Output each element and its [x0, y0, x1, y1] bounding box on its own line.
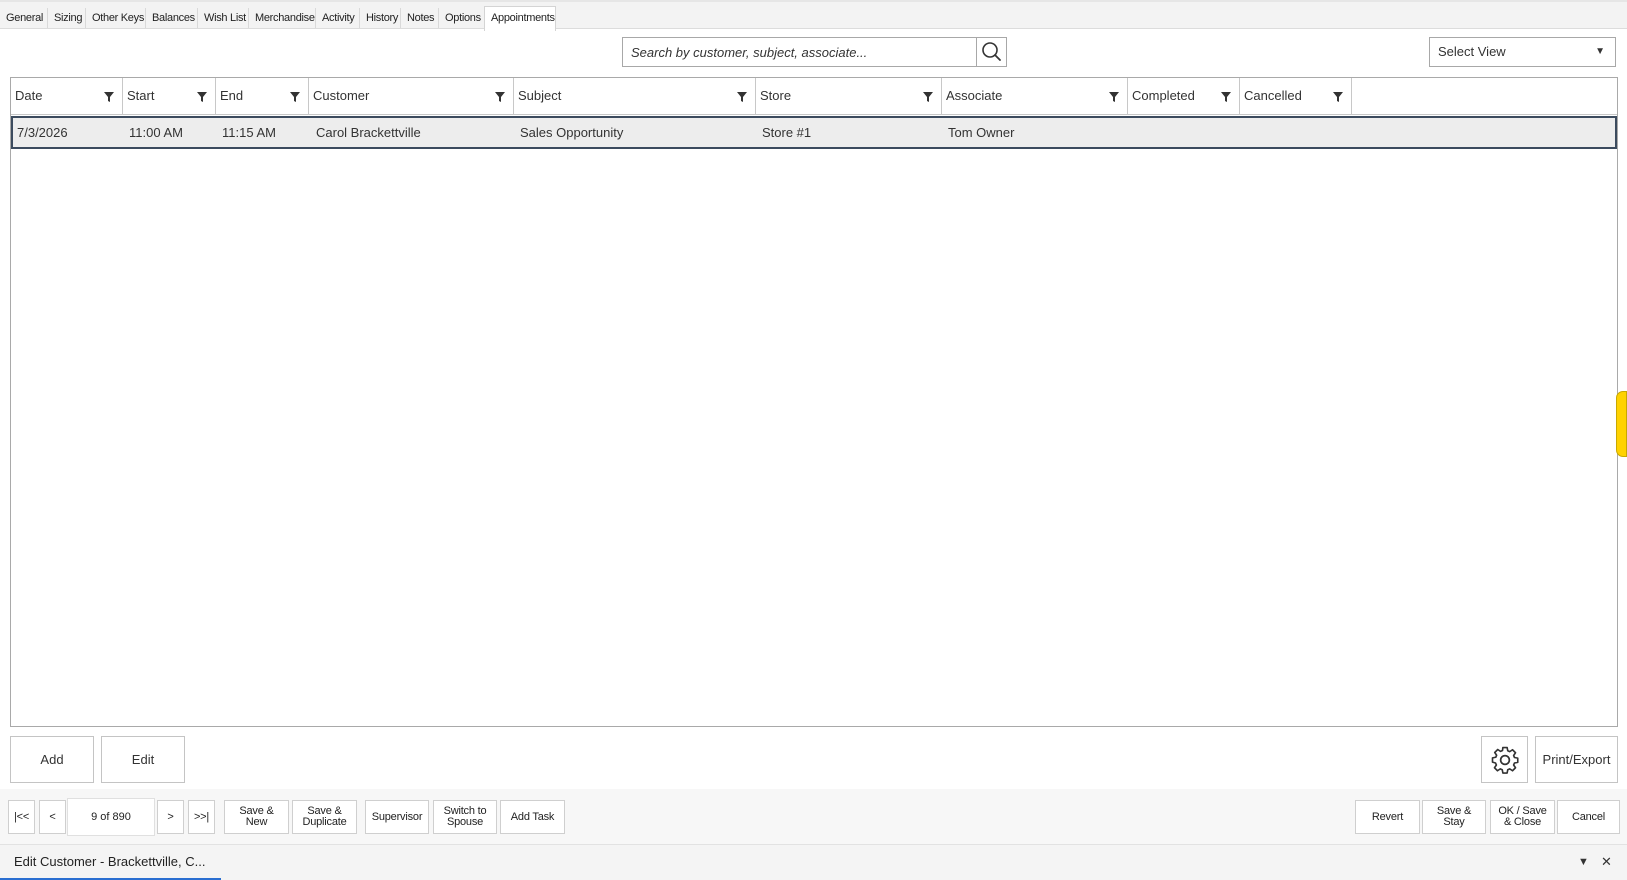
column-header-start[interactable]: Start [123, 78, 216, 115]
column-header-label: Cancelled [1244, 88, 1302, 103]
column-header-label: Subject [518, 88, 562, 103]
cell-end: 11:15 AM [222, 125, 276, 140]
table-row[interactable]: 7/3/2026 11:00 AM 11:15 AM Carol Bracket… [11, 116, 1617, 149]
column-header-customer[interactable]: Customer [309, 78, 514, 115]
filter-icon[interactable] [737, 92, 747, 102]
record-counter: 9 of 890 [67, 798, 155, 836]
search-box [622, 37, 977, 67]
filter-icon[interactable] [290, 92, 300, 102]
column-header-subject[interactable]: Subject [514, 78, 756, 115]
first-record-button[interactable]: |<< [8, 800, 35, 834]
select-view-dropdown[interactable]: Select View ▼ [1429, 37, 1616, 67]
tab-bar: General Sizing Other Keys Balances Wish … [0, 0, 1627, 31]
help-tab[interactable] [1616, 391, 1627, 457]
filter-icon[interactable] [104, 92, 114, 102]
grid-header: Date Start End Customer Subject Store As… [11, 78, 1617, 115]
edit-button[interactable]: Edit [101, 736, 185, 783]
column-header-label: Start [127, 88, 155, 103]
cancel-button[interactable]: Cancel [1557, 800, 1620, 834]
chevron-down-icon: ▼ [1595, 46, 1605, 57]
settings-button[interactable] [1481, 736, 1528, 783]
filter-icon[interactable] [1109, 92, 1119, 102]
filter-icon[interactable] [197, 92, 207, 102]
column-header-end[interactable]: End [216, 78, 309, 115]
tab-balances[interactable]: Balances [145, 8, 195, 28]
window-status-bar: Edit Customer - Brackettville, C... ▼ ✕ [0, 844, 1627, 880]
column-header-cancelled[interactable]: Cancelled [1240, 78, 1352, 115]
filter-icon[interactable] [923, 92, 933, 102]
gear-icon [1491, 746, 1519, 774]
cell-subject: Sales Opportunity [520, 125, 624, 140]
tab-options[interactable]: Options [438, 8, 481, 28]
previous-record-button[interactable]: < [39, 800, 66, 834]
column-header-label: End [220, 88, 244, 103]
search-button[interactable] [976, 37, 1007, 67]
next-record-button[interactable]: > [157, 800, 184, 834]
supervisor-button[interactable]: Supervisor [365, 800, 429, 834]
save-duplicate-button[interactable]: Save & Duplicate [292, 800, 357, 834]
column-header-label: Store [760, 88, 792, 103]
tab-wish-list[interactable]: Wish List [197, 8, 246, 28]
ok-save-close-button[interactable]: OK / Save & Close [1490, 800, 1555, 834]
cell-customer: Carol Brackettville [316, 125, 421, 140]
window-title: Edit Customer - Brackettville, C... [14, 854, 206, 869]
filter-icon[interactable] [1333, 92, 1343, 102]
search-input[interactable] [623, 38, 976, 66]
add-task-button[interactable]: Add Task [500, 800, 565, 834]
tab-history[interactable]: History [359, 8, 398, 28]
tab-notes[interactable]: Notes [400, 8, 435, 28]
column-header-store[interactable]: Store [756, 78, 942, 115]
filter-icon[interactable] [1221, 92, 1231, 102]
cell-associate: Tom Owner [948, 125, 1015, 140]
cell-start: 11:00 AM [129, 125, 183, 140]
appointments-grid: Date Start End Customer Subject Store As… [10, 77, 1618, 727]
tab-activity[interactable]: Activity [315, 8, 355, 28]
print-export-button[interactable]: Print/Export [1535, 736, 1618, 783]
tab-sizing[interactable]: Sizing [47, 8, 82, 28]
close-icon[interactable]: ✕ [1601, 854, 1612, 870]
select-view-label: Select View [1438, 44, 1506, 59]
tab-merchandise[interactable]: Merchandise [248, 8, 315, 28]
revert-button[interactable]: Revert [1355, 800, 1420, 834]
add-button[interactable]: Add [10, 736, 94, 783]
column-header-label: Completed [1132, 88, 1195, 103]
tab-general[interactable]: General [0, 8, 43, 28]
record-toolbar: |<< < 9 of 890 > >>| Save & New Save & D… [0, 789, 1627, 844]
save-new-button[interactable]: Save & New [224, 800, 289, 834]
switch-to-spouse-button[interactable]: Switch to Spouse [433, 800, 497, 834]
cell-date: 7/3/2026 [17, 125, 68, 140]
filter-icon[interactable] [495, 92, 505, 102]
tab-appointments[interactable]: Appointments [484, 6, 556, 31]
tab-other-keys[interactable]: Other Keys [85, 8, 144, 28]
save-stay-button[interactable]: Save & Stay [1422, 800, 1486, 834]
search-icon [982, 42, 1001, 61]
column-header-completed[interactable]: Completed [1128, 78, 1240, 115]
column-header-label: Date [15, 88, 43, 103]
column-header-associate[interactable]: Associate [942, 78, 1128, 115]
column-header-label: Associate [946, 88, 1003, 103]
column-header-date[interactable]: Date [11, 78, 123, 115]
cell-store: Store #1 [762, 125, 812, 140]
chevron-down-icon[interactable]: ▼ [1578, 856, 1589, 868]
column-header-label: Customer [313, 88, 370, 103]
last-record-button[interactable]: >>| [188, 800, 215, 834]
